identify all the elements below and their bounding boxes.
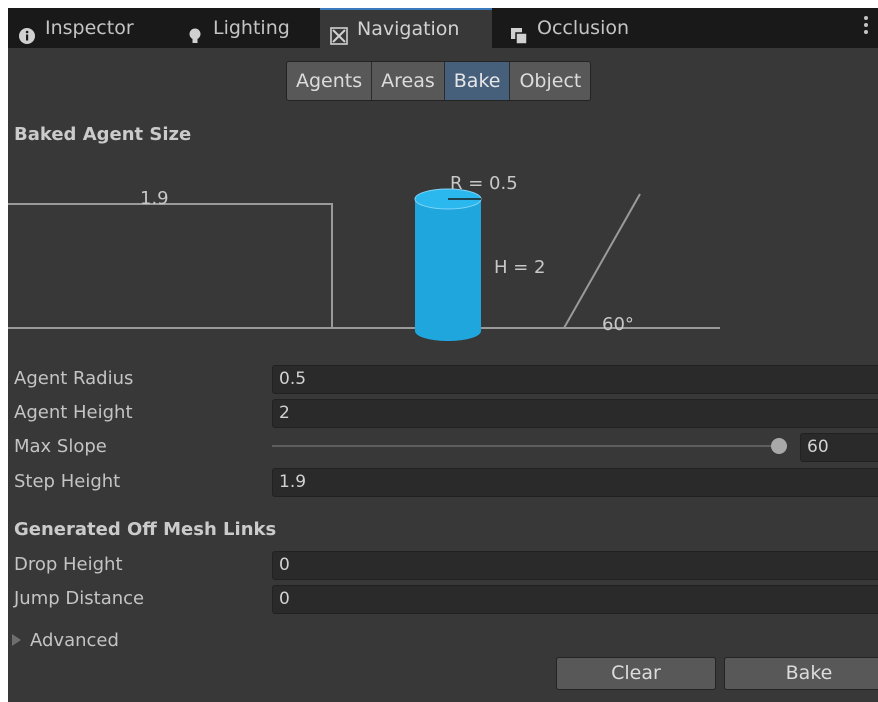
slope-angle-label: 60° bbox=[602, 314, 634, 335]
max-slope-slider-handle[interactable] bbox=[771, 438, 787, 454]
tab-occlusion-label: Occlusion bbox=[537, 17, 630, 39]
agent-height-label: Agent Height bbox=[14, 402, 133, 423]
navigation-window: Inspector Lighting Navigation Occlusion … bbox=[8, 8, 878, 702]
drop-height-label: Drop Height bbox=[14, 554, 123, 575]
tab-bar: Inspector Lighting Navigation Occlusion bbox=[8, 8, 878, 48]
agent-size-diagram: 1.9 R = 0.5 H = 2 60° bbox=[8, 173, 720, 341]
navigation-mode-toolbar: Agents Areas Bake Object bbox=[286, 61, 592, 101]
max-slope-slider-track[interactable] bbox=[272, 445, 787, 447]
tab-navigation[interactable]: Navigation bbox=[320, 8, 492, 48]
agent-cylinder bbox=[414, 188, 482, 341]
more-options-icon[interactable] bbox=[864, 16, 868, 38]
clear-button[interactable]: Clear bbox=[556, 657, 716, 690]
agents-button[interactable]: Agents bbox=[287, 62, 373, 100]
advanced-label: Advanced bbox=[30, 629, 119, 651]
tab-navigation-label: Navigation bbox=[357, 18, 460, 40]
baked-agent-size-heading: Baked Agent Size bbox=[14, 124, 192, 145]
jump-distance-label: Jump Distance bbox=[14, 588, 145, 609]
areas-button[interactable]: Areas bbox=[372, 62, 445, 100]
foldout-arrow-icon bbox=[12, 634, 21, 646]
agent-radius-label: Agent Radius bbox=[14, 368, 134, 389]
off-mesh-links-heading: Generated Off Mesh Links bbox=[14, 519, 277, 540]
lightbulb-icon bbox=[186, 19, 204, 43]
advanced-foldout[interactable]: Advanced bbox=[12, 626, 119, 654]
bake-tab-button[interactable]: Bake bbox=[444, 62, 511, 100]
object-button[interactable]: Object bbox=[510, 62, 591, 100]
step-height-label: 1.9 bbox=[140, 188, 169, 209]
bake-button[interactable]: Bake bbox=[724, 657, 878, 690]
tab-lighting[interactable]: Lighting bbox=[168, 8, 316, 48]
tab-occlusion[interactable]: Occlusion bbox=[496, 8, 646, 48]
occlusion-icon bbox=[510, 19, 528, 45]
height-label: H = 2 bbox=[494, 257, 546, 278]
max-slope-label: Max Slope bbox=[14, 436, 107, 457]
step-height-field[interactable]: 1.9 bbox=[272, 468, 878, 497]
agent-height-field[interactable]: 2 bbox=[272, 399, 878, 428]
step-height-label: Step Height bbox=[14, 471, 121, 492]
tab-lighting-label: Lighting bbox=[213, 17, 290, 39]
radius-label: R = 0.5 bbox=[450, 173, 518, 194]
jump-distance-field[interactable]: 0 bbox=[272, 585, 878, 614]
max-slope-field[interactable]: 60 bbox=[800, 433, 878, 462]
navigation-icon bbox=[330, 20, 348, 45]
info-icon bbox=[18, 19, 36, 44]
agent-radius-field[interactable]: 0.5 bbox=[272, 365, 878, 394]
tab-inspector-label: Inspector bbox=[45, 17, 134, 39]
tab-inspector[interactable]: Inspector bbox=[8, 8, 158, 48]
drop-height-field[interactable]: 0 bbox=[272, 551, 878, 580]
